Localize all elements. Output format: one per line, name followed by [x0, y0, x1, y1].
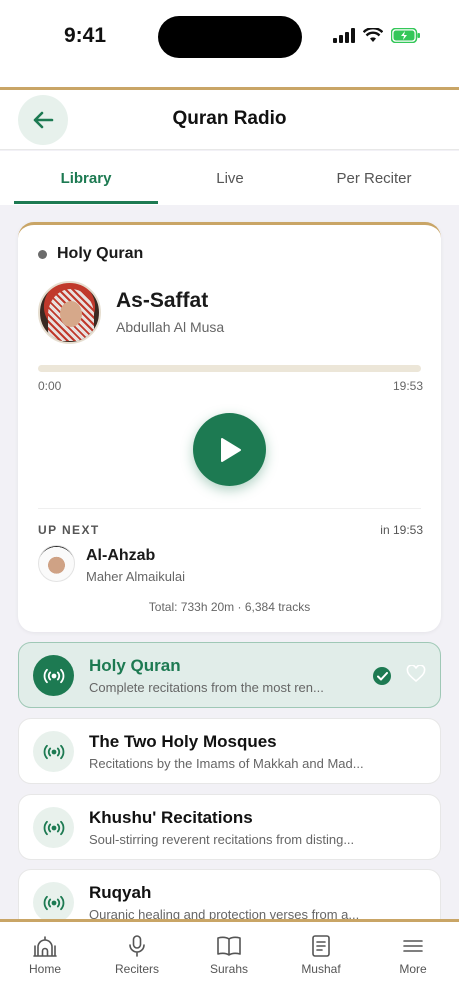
open-book-icon [217, 936, 241, 956]
broadcast-icon [33, 807, 74, 848]
channel-item[interactable]: The Two Holy Mosques Recitations by the … [18, 718, 441, 784]
live-dot [38, 249, 47, 259]
microphone-icon [129, 935, 145, 957]
library-total: Total: 733h 20m · 6,384 tracks [148, 600, 311, 614]
status-bar: 9:41 [0, 0, 459, 88]
nav-label: Home [28, 962, 61, 976]
channel-item[interactable]: Holy Quran Complete recitations from the… [18, 642, 441, 708]
menu-icon [403, 940, 423, 952]
signal-icon [333, 28, 355, 43]
station-label: Holy Quran [38, 245, 143, 263]
heart-icon[interactable] [406, 665, 426, 683]
next-track-title: Al-Ahzab [86, 547, 156, 564]
nav-label: Reciters [114, 962, 159, 976]
nav-reciters[interactable]: Reciters [102, 934, 172, 976]
channel-title: Ruqyah [89, 883, 152, 902]
tab-library[interactable]: Library [14, 151, 158, 205]
tab-bar: Library Live Per Reciter [0, 151, 459, 205]
up-next-label: UP NEXT [38, 523, 100, 537]
nav-label: More [399, 962, 427, 976]
tab-live[interactable]: Live [158, 151, 302, 205]
broadcast-icon [33, 655, 74, 696]
reciter-avatar [38, 281, 101, 344]
track-reciter: Abdullah Al Musa [116, 319, 225, 335]
nav-mushaf[interactable]: Mushaf [286, 934, 356, 976]
channel-item[interactable]: Khushu' Recitations Soul-stirring revere… [18, 794, 441, 860]
channel-description: Recitations by the Imams of Makkah and M… [89, 756, 364, 771]
channel-title: Khushu' Recitations [89, 808, 253, 827]
wifi-icon [363, 28, 383, 42]
play-button[interactable] [193, 413, 266, 486]
mosque-icon [33, 936, 57, 957]
elapsed-time: 0:00 [38, 379, 62, 393]
channel-description: Soul-stirring reverent recitations from … [89, 832, 355, 847]
channel-title: Holy Quran [89, 656, 181, 675]
nav-home[interactable]: Home [10, 934, 80, 976]
battery-icon [391, 28, 420, 43]
now-playing-card: Holy Quran As-Saffat Abdullah Al Musa 0:… [18, 222, 441, 632]
card-divider [38, 508, 421, 509]
broadcast-icon [33, 731, 74, 772]
play-icon [220, 437, 241, 462]
nav-surahs[interactable]: Surahs [194, 934, 264, 976]
channel-title: The Two Holy Mosques [89, 732, 277, 751]
tab-per-reciter[interactable]: Per Reciter [302, 151, 446, 205]
progress-bar[interactable] [38, 365, 421, 372]
station-name: Holy Quran [57, 245, 144, 262]
next-track-reciter: Maher Almaikulai [86, 569, 185, 584]
check-icon [373, 667, 391, 685]
page-title: Quran Radio [172, 108, 287, 129]
next-reciter-avatar [38, 545, 75, 582]
bottom-navigation: Home Reciters Surahs Mushaf More [0, 922, 459, 999]
nav-more[interactable]: More [378, 934, 448, 976]
up-next-countdown: in 19:53 [380, 523, 423, 537]
nav-label: Mushaf [301, 962, 341, 976]
track-title: As-Saffat [116, 289, 209, 312]
status-time: 9:41 [64, 24, 107, 47]
nav-label: Surahs [209, 962, 249, 976]
quran-book-icon [312, 935, 330, 957]
total-duration: 19:53 [392, 379, 423, 393]
avatar-face [60, 301, 82, 327]
active-tab-indicator [14, 201, 158, 204]
app-header: Quran Radio [0, 90, 459, 150]
broadcast-icon [33, 882, 74, 923]
channel-description: Complete recitations from the most ren..… [89, 680, 324, 695]
status-icons [333, 28, 421, 43]
dynamic-island [158, 16, 302, 58]
